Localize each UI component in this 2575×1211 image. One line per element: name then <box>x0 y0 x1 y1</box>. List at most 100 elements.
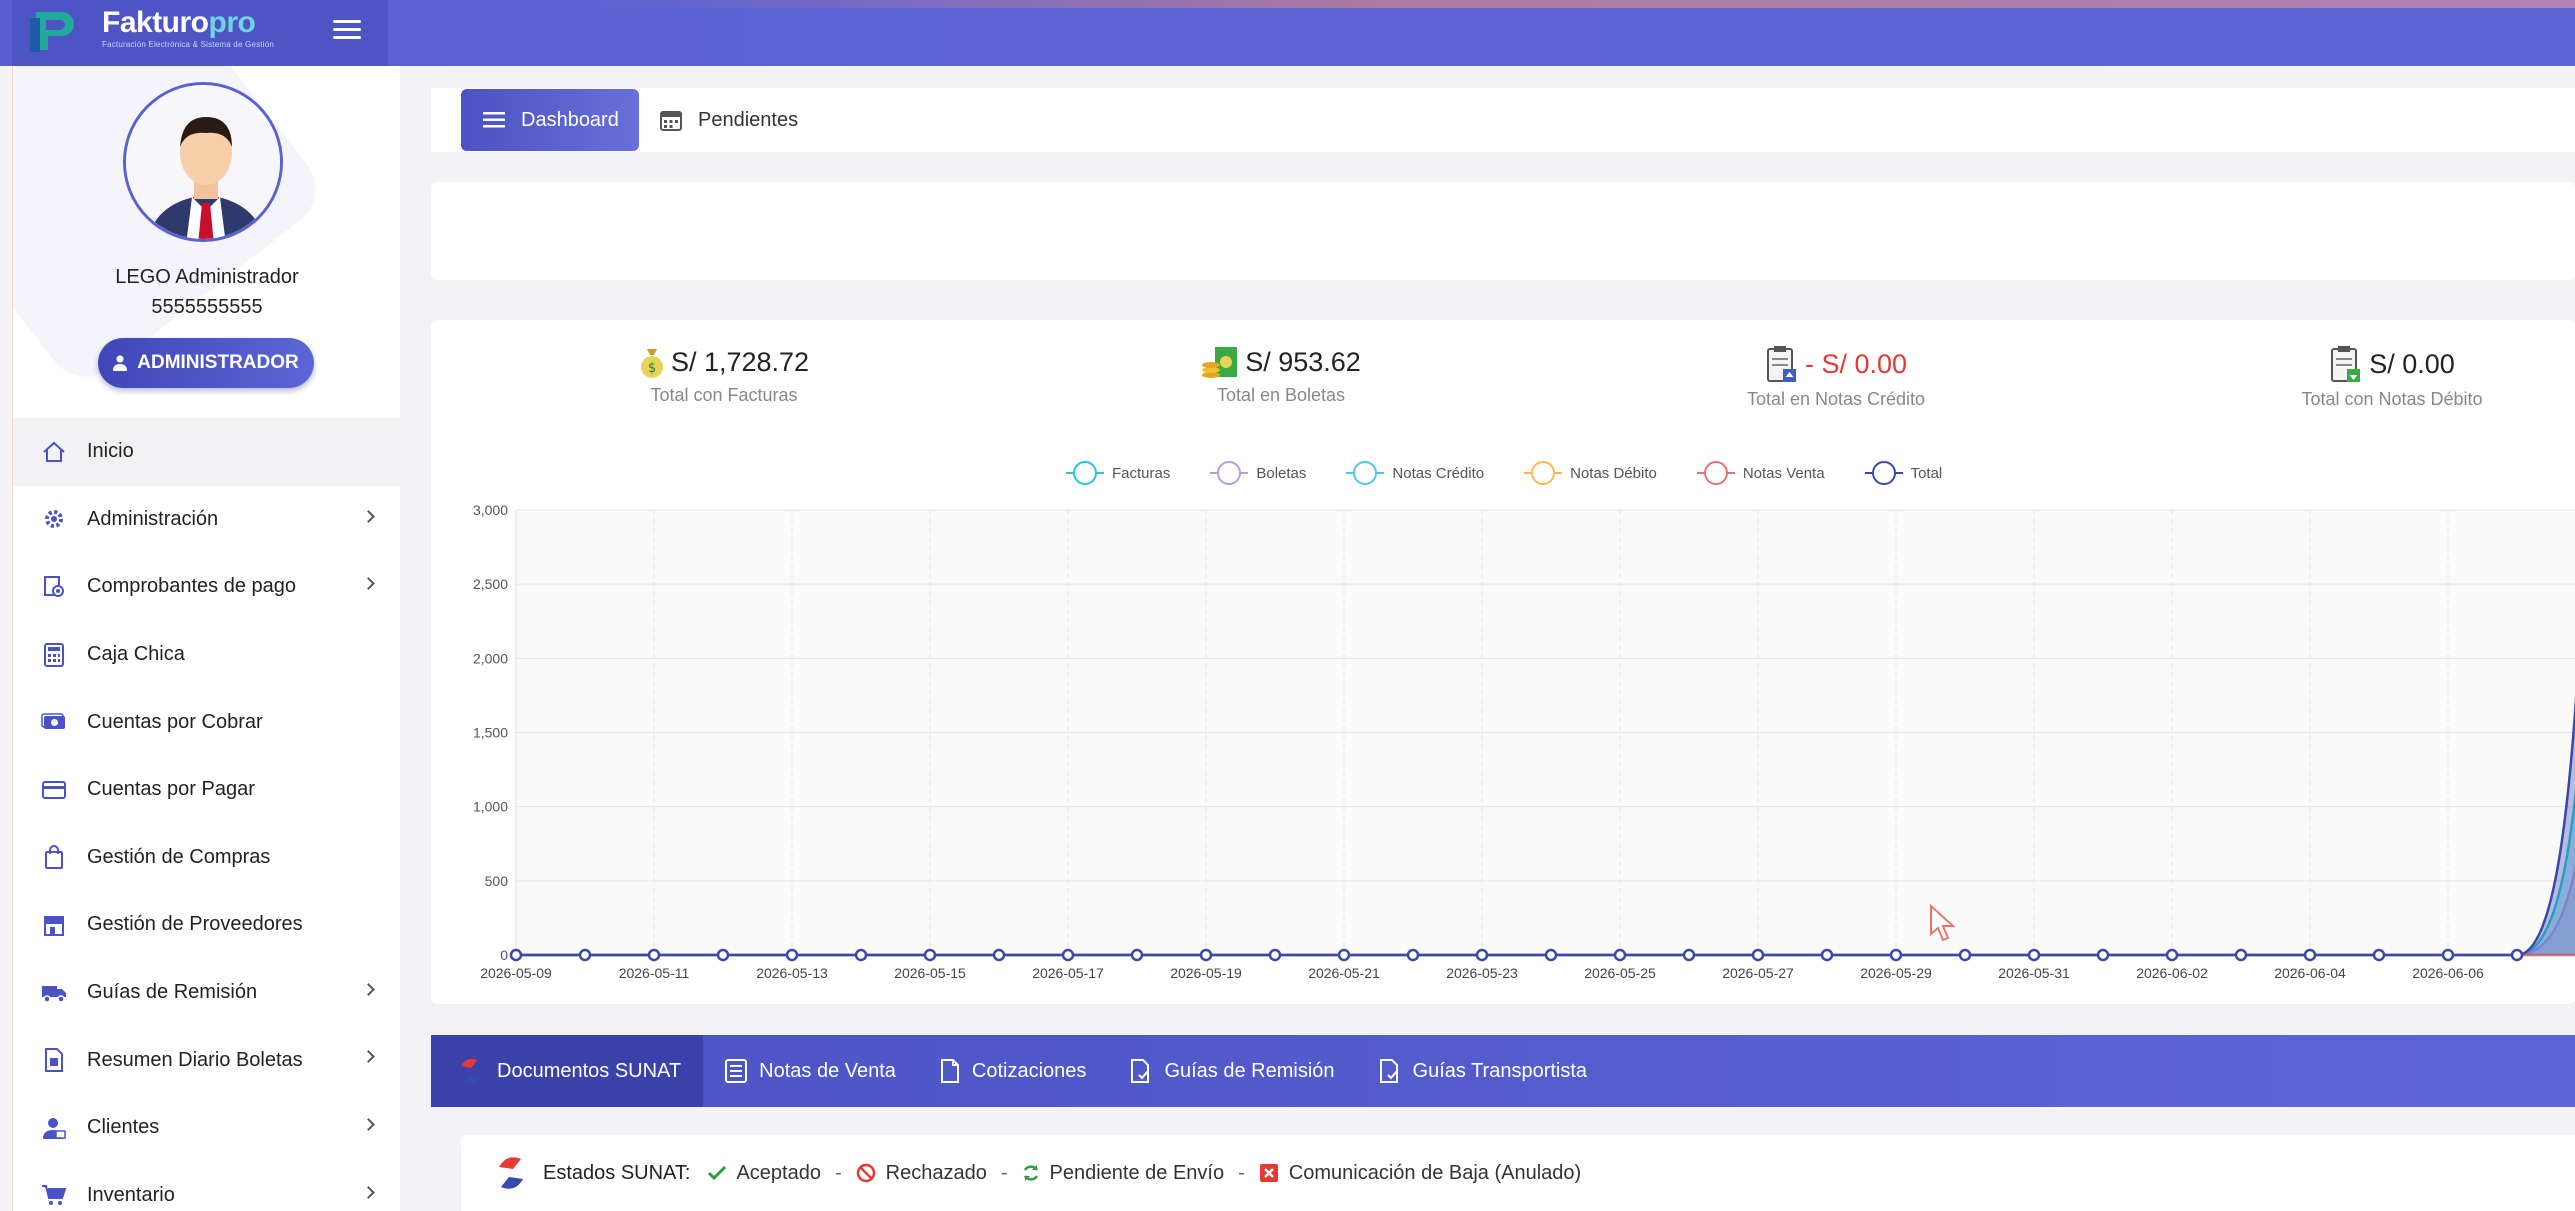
stat-notas-debito: S/ 0.00 Total con Notas Débito <box>2242 345 2542 410</box>
svg-text:$: $ <box>648 361 656 376</box>
y-tick-label: 1,500 <box>473 725 508 741</box>
data-point <box>1061 948 1075 962</box>
chevron-right-icon <box>362 1050 375 1064</box>
x-tick-label: 2026-05-13 <box>756 965 828 981</box>
sidebar-item-label: Comprobantes de pago <box>87 575 297 598</box>
y-tick-label: 2,000 <box>473 650 508 666</box>
brand-name: Fakturopro <box>102 6 256 39</box>
legend-label: Boletas <box>1256 464 1307 482</box>
brand-tagline: Facturación Electrónica & Sistema de Ges… <box>102 40 274 49</box>
money-bag-icon: $ <box>640 349 663 378</box>
stat-label: Total con Notas Débito <box>2301 389 2483 409</box>
x-tick-label: 2026-05-25 <box>1584 965 1656 981</box>
truck-icon <box>41 980 67 1006</box>
user-tie-icon <box>41 1115 67 1141</box>
role-button[interactable]: ADMINISTRADOR <box>98 338 314 388</box>
tab-notas-venta[interactable]: Notas de Venta <box>703 1035 918 1107</box>
home-icon <box>41 439 67 465</box>
clipboard-debit-icon <box>2331 346 2361 382</box>
x-tick-label: 2026-05-11 <box>619 965 690 981</box>
legend-label: Notas Venta <box>1742 464 1825 482</box>
data-point <box>578 948 592 962</box>
avatar <box>123 82 283 242</box>
sidebar: LEGO Administrador 5555555555 ADMINISTRA… <box>12 66 400 1211</box>
close-box-icon <box>1259 1164 1278 1182</box>
receipt-eye-icon <box>41 574 67 600</box>
sunat-logo-icon <box>499 1157 523 1189</box>
x-tick-label: 2026-05-27 <box>1722 965 1794 981</box>
sidebar-item-resumen-boletas[interactable]: Resumen Diario Boletas <box>13 1026 400 1094</box>
tab-guias-transportista[interactable]: Guías Transportista <box>1357 1035 1610 1107</box>
sidebar-item-gestion-compras[interactable]: Gestión de Compras <box>13 824 400 892</box>
stat-boletas: S/ 953.62 Total en Boletas <box>1131 345 1431 406</box>
estado-aceptado: Aceptado <box>708 1162 821 1185</box>
sidebar-item-administracion[interactable]: Administración <box>13 486 400 554</box>
data-point <box>1544 948 1558 962</box>
refresh-icon <box>1023 1165 1038 1181</box>
sidebar-item-cuentas-pagar[interactable]: Cuentas por Pagar <box>13 756 400 824</box>
sidebar-item-label: Inventario <box>87 1183 175 1206</box>
data-point <box>1958 948 1972 962</box>
tab-guias-remision[interactable]: Guías de Remisión <box>1108 1035 1356 1107</box>
stat-value: S/ 953.62 <box>1131 345 1431 379</box>
tab-documentos-sunat[interactable]: Documentos SUNAT <box>431 1035 704 1107</box>
list-icon <box>483 112 505 128</box>
tab-cotizaciones[interactable]: Cotizaciones <box>918 1035 1109 1107</box>
estados-sunat-legend: Estados SUNAT: Aceptado - Rechazado - Pe… <box>461 1135 2575 1211</box>
sidebar-item-inventario[interactable]: Inventario <box>13 1162 400 1211</box>
empty-panel <box>431 182 2575 280</box>
tab-dashboard-label: Dashboard <box>521 108 619 131</box>
sidebar-item-inicio[interactable]: Inicio <box>13 418 400 486</box>
stat-label: Total con Facturas <box>650 385 798 405</box>
separator: - <box>1238 1161 1245 1184</box>
data-point <box>2096 948 2110 962</box>
x-tick-label: 2026-05-19 <box>1170 965 1242 981</box>
calculator-icon <box>41 642 67 668</box>
credit-card-icon <box>41 777 67 803</box>
chevron-right-icon <box>362 1118 375 1131</box>
legend-label: Notas Crédito <box>1392 464 1485 482</box>
user-icon <box>113 355 128 371</box>
data-point <box>1130 948 1144 962</box>
data-point <box>1406 948 1420 962</box>
sidebar-item-label: Gestión de Proveedores <box>87 913 303 936</box>
data-point <box>1475 948 1489 962</box>
estado-rechazado: Rechazado <box>856 1162 987 1185</box>
sidebar-nav: Inicio Administración Comprobantes de pa… <box>13 418 400 1211</box>
user-name: LEGO Administrador <box>115 266 299 288</box>
sidebar-item-cuentas-cobrar[interactable]: Cuentas por Cobrar <box>13 688 400 756</box>
sidebar-item-comprobantes[interactable]: Comprobantes de pago <box>13 553 400 621</box>
data-point <box>1337 948 1351 962</box>
estado-pendiente: Pendiente de Envío <box>1022 1162 1224 1185</box>
menu-toggle-icon[interactable] <box>333 20 361 44</box>
data-point <box>2303 948 2317 962</box>
user-phone: 5555555555 <box>151 296 263 318</box>
line-chart: 0 500 1,000 1,500 2,000 2,500 3,000 2026-05-09 2… <box>473 502 2575 981</box>
sidebar-item-guias-remision[interactable]: Guías de Remisión <box>13 959 400 1027</box>
separator: - <box>834 1161 842 1184</box>
list-doc-icon <box>725 1059 748 1083</box>
sidebar-item-label: Resumen Diario Boletas <box>87 1048 303 1071</box>
data-point <box>2441 948 2455 962</box>
brand-area[interactable]: Fakturopro Facturación Electrónica & Sis… <box>12 0 388 66</box>
data-point <box>716 948 730 962</box>
stat-value: $ S/ 1,728.72 <box>574 345 874 379</box>
y-tick-label: 0 <box>500 947 508 963</box>
data-point <box>992 948 1006 962</box>
x-tick-label: 2026-05-21 <box>1308 965 1380 981</box>
sidebar-item-caja-chica[interactable]: Caja Chica <box>13 621 400 689</box>
tab-pendientes-label: Pendientes <box>698 108 799 131</box>
gear-icon <box>41 506 67 532</box>
data-point <box>923 948 937 962</box>
sidebar-item-gestion-proveedores[interactable]: Gestión de Proveedores <box>13 891 400 959</box>
x-tick-label: 2026-06-06 <box>2412 965 2484 981</box>
tab-pendientes[interactable]: Pendientes <box>660 89 798 151</box>
data-point <box>1199 948 1213 962</box>
file-icon <box>940 1059 959 1083</box>
sidebar-item-clientes[interactable]: Clientes <box>13 1094 400 1162</box>
cart-icon <box>41 1182 67 1208</box>
file-check-icon <box>1131 1059 1150 1083</box>
stat-value: S/ 0.00 <box>2242 345 2542 383</box>
tab-dashboard[interactable]: Dashboard <box>461 89 639 151</box>
stat-notas-credito: - S/ 0.00 Total en Notas Crédito <box>1686 345 1986 410</box>
